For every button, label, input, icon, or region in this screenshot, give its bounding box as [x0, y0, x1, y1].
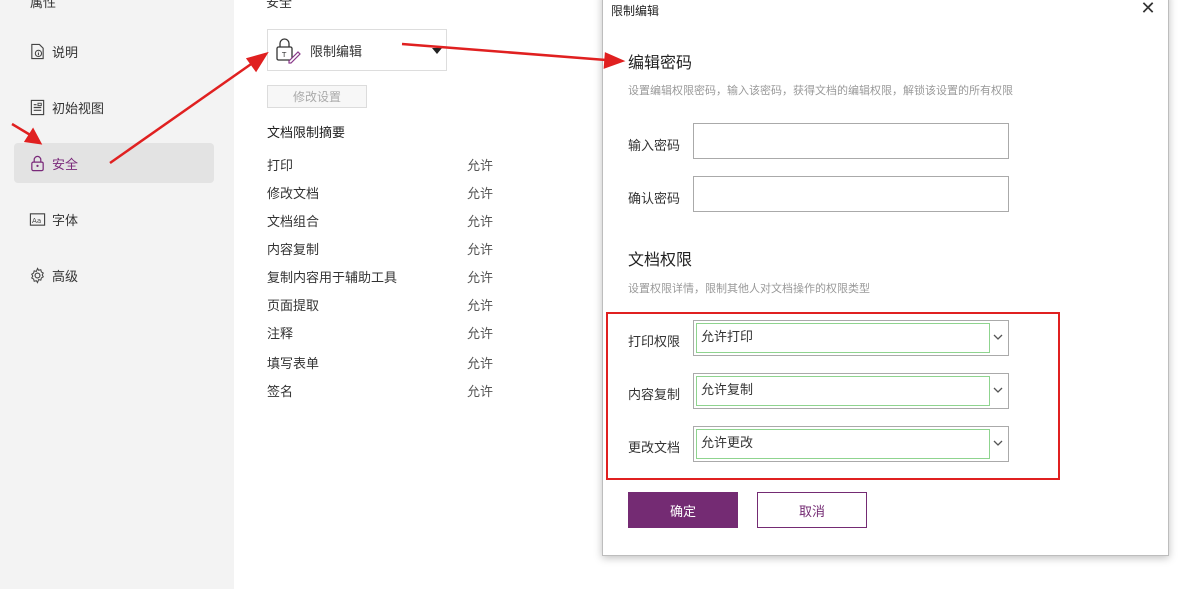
summary-value: 允许	[467, 159, 494, 174]
sidebar-item-label: 高级	[52, 269, 79, 285]
summary-row: 打印 允许	[267, 155, 507, 175]
cancel-button[interactable]: 取消	[757, 492, 867, 528]
summary-row: 页面提取 允许	[267, 295, 507, 315]
select-value: 允许更改	[696, 429, 990, 459]
select-value: 允许打印	[696, 323, 990, 353]
font-icon: Aa	[28, 210, 46, 228]
summary-row: 注释 允许	[267, 323, 507, 343]
summary-value: 允许	[467, 385, 494, 400]
section-header-label: 安全	[266, 0, 293, 11]
restrict-editing-label: 限制编辑	[310, 44, 363, 60]
restrict-editing-dropdown[interactable]: T 限制编辑	[267, 29, 447, 71]
summary-value: 允许	[467, 299, 494, 314]
sidebar-item-advanced[interactable]: 高级	[14, 255, 214, 295]
summary-row: 文档组合 允许	[267, 211, 507, 231]
summary-key: 填写表单	[267, 357, 320, 372]
modify-settings-button[interactable]: 修改设置	[267, 85, 367, 108]
sidebar-item-label: 安全	[52, 157, 79, 173]
summary-key: 打印	[267, 159, 294, 174]
chevron-down-icon	[993, 440, 1003, 446]
sidebar-item-security[interactable]: 安全	[14, 143, 214, 183]
summary-row: 修改文档 允许	[267, 183, 507, 203]
change-permission-select[interactable]: 允许更改	[693, 426, 1009, 462]
summary-key: 签名	[267, 385, 294, 400]
dropdown-caret-icon	[432, 48, 442, 54]
copy-permission-select[interactable]: 允许复制	[693, 373, 1009, 409]
summary-key: 页面提取	[267, 299, 320, 314]
doc-permissions-section-title: 文档权限	[628, 250, 693, 269]
close-icon[interactable]: ✕	[1138, 0, 1158, 19]
info-doc-icon	[28, 42, 46, 60]
sidebar-item-initial-view[interactable]: 初始视图	[14, 87, 214, 127]
sidebar: 属性 说明 初始视图 安全 Aa 字体 高级	[0, 0, 234, 589]
gear-icon	[28, 266, 46, 284]
confirm-password-label: 确认密码	[628, 192, 681, 207]
summary-value: 允许	[467, 243, 494, 258]
print-permission-label: 打印权限	[628, 335, 681, 350]
password-label: 输入密码	[628, 139, 681, 154]
summary-key: 文档组合	[267, 215, 320, 230]
summary-row: 内容复制 允许	[267, 239, 507, 259]
edit-password-section-desc: 设置编辑权限密码，输入该密码，获得文档的编辑权限，解锁该设置的所有权限	[628, 84, 1013, 97]
summary-value: 允许	[467, 215, 494, 230]
print-permission-select[interactable]: 允许打印	[693, 320, 1009, 356]
password-input[interactable]	[693, 123, 1009, 159]
restriction-summary-title: 文档限制摘要	[267, 126, 346, 141]
sidebar-item-label: 字体	[52, 213, 79, 229]
doc-permissions-section-desc: 设置权限详情，限制其他人对文档操作的权限类型	[628, 282, 870, 295]
confirm-button[interactable]: 确定	[628, 492, 738, 528]
lock-icon	[28, 154, 46, 172]
summary-key: 修改文档	[267, 187, 320, 202]
app-window: 属性 说明 初始视图 安全 Aa 字体 高级 安全 T 限制编辑 修改设置 文档…	[0, 0, 1195, 589]
restrict-editing-dialog: 限制编辑 ✕ 编辑密码 设置编辑权限密码，输入该密码，获得文档的编辑权限，解锁该…	[602, 0, 1169, 556]
svg-text:Aa: Aa	[32, 215, 41, 224]
sidebar-item-label: 说明	[52, 45, 79, 61]
sidebar-item-description[interactable]: 说明	[14, 31, 214, 71]
summary-row: 复制内容用于辅助工具 允许	[267, 267, 507, 287]
dialog-title: 限制编辑	[611, 4, 660, 18]
sidebar-header-label: 属性	[30, 0, 57, 11]
summary-value: 允许	[467, 187, 494, 202]
summary-row: 签名 允许	[267, 381, 507, 401]
summary-value: 允许	[467, 357, 494, 372]
security-panel: 安全 T 限制编辑 修改设置 文档限制摘要 打印 允许 修改文档 允许 文档组合…	[234, 0, 604, 589]
svg-text:T: T	[281, 51, 287, 59]
chevron-down-icon	[993, 387, 1003, 393]
lock-edit-icon: T	[274, 36, 302, 64]
sidebar-item-fonts[interactable]: Aa 字体	[14, 199, 214, 239]
summary-key: 复制内容用于辅助工具	[267, 271, 398, 286]
edit-password-section-title: 编辑密码	[628, 53, 693, 72]
change-permission-label: 更改文档	[628, 441, 681, 456]
summary-value: 允许	[467, 327, 494, 342]
summary-key: 内容复制	[267, 243, 320, 258]
initial-view-icon	[28, 98, 46, 116]
summary-row: 填写表单 允许	[267, 353, 507, 373]
confirm-password-input[interactable]	[693, 176, 1009, 212]
summary-value: 允许	[467, 271, 494, 286]
select-value: 允许复制	[696, 376, 990, 406]
summary-key: 注释	[267, 327, 294, 342]
copy-permission-label: 内容复制	[628, 388, 681, 403]
sidebar-item-label: 初始视图	[52, 101, 105, 117]
chevron-down-icon	[993, 334, 1003, 340]
